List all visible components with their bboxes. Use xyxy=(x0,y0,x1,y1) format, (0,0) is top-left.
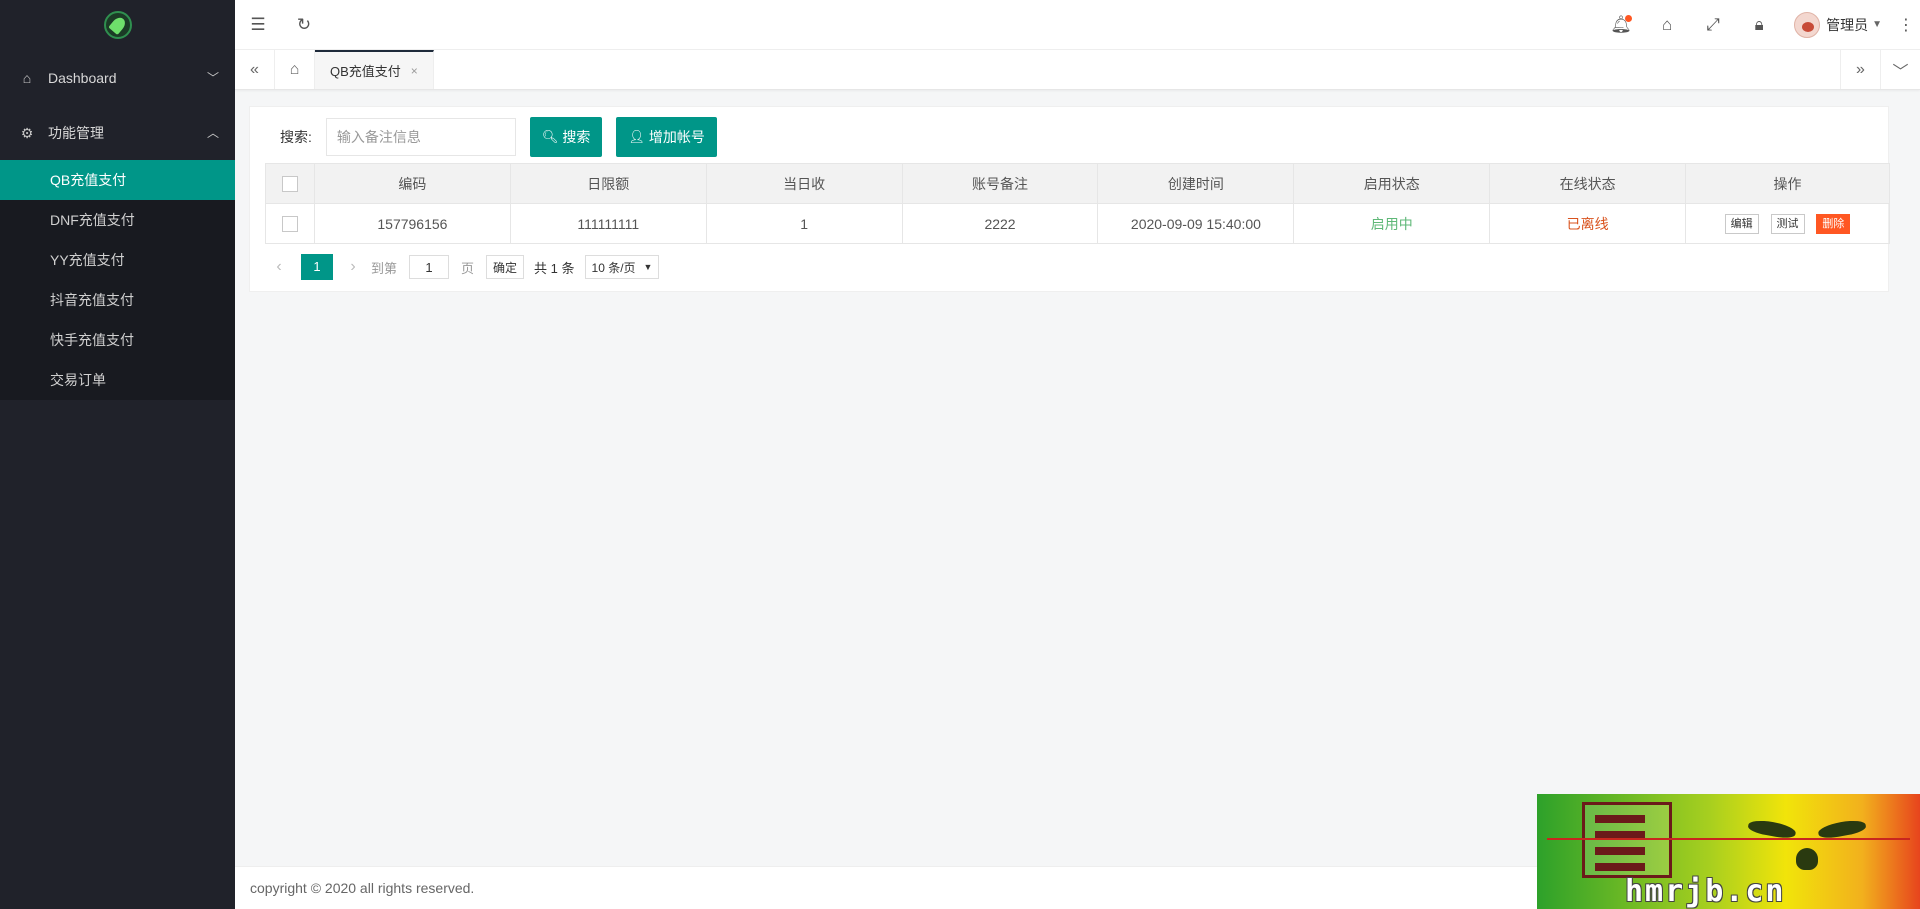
delete-button[interactable]: 删除 xyxy=(1816,213,1851,234)
watermark-logo: hmrjb.cn xyxy=(1537,794,1920,909)
avatar xyxy=(1794,11,1821,38)
column-header[interactable]: 在线状态 xyxy=(1489,163,1687,204)
bell-icon[interactable]: 🔔︎ xyxy=(1598,0,1644,50)
prev-page-icon[interactable]: ‹ xyxy=(265,258,293,276)
pagination: ‹ 1 › 到第 页 确定 共 1 条 10 条/页 ▼ xyxy=(265,247,660,287)
goto-page-input[interactable] xyxy=(409,255,450,279)
content-card: 搜索: 🔍︎ 搜索 👤︎ 增加帐号 编码 日限额 当日收 账号备注 创建时间 启… xyxy=(249,106,1890,292)
rocket-logo-icon xyxy=(103,11,132,39)
page-unit-label: 页 xyxy=(461,260,475,276)
dropdown-arrow-icon: ▼ xyxy=(643,262,653,272)
cell-actions: 编辑 测试 删除 xyxy=(1685,203,1890,244)
mask-beard xyxy=(1796,848,1818,870)
search-icon: 🔍︎ xyxy=(541,129,559,144)
tab-qb-pay[interactable]: QB充值支付 × xyxy=(315,50,434,89)
total-count: 共 1 条 xyxy=(534,260,575,276)
select-all-checkbox[interactable] xyxy=(281,176,298,193)
gear-icon: ⚙ xyxy=(20,124,34,141)
column-header[interactable]: 账号备注 xyxy=(901,163,1099,204)
close-icon[interactable]: × xyxy=(411,64,418,78)
search-input[interactable] xyxy=(325,118,516,156)
tab-label: QB充值支付 xyxy=(330,64,401,79)
menu-group-dashboard[interactable]: ⌂ Dashboard ﹀ xyxy=(0,50,235,105)
cell-created-at: 2020-09-09 15:40:00 xyxy=(1097,203,1295,244)
chevron-up-icon: ︿ xyxy=(206,126,219,140)
search-row: 搜索: 🔍︎ 搜索 👤︎ 增加帐号 xyxy=(280,117,717,157)
add-user-icon: 👤︎ xyxy=(628,129,645,144)
add-account-button-label: 增加帐号 xyxy=(648,129,705,145)
column-header[interactable]: 创建时间 xyxy=(1097,163,1295,204)
scroll-tabs-right-icon[interactable]: » xyxy=(1840,50,1880,89)
table-header-row: 编码 日限额 当日收 账号备注 创建时间 启用状态 在线状态 操作 xyxy=(265,163,1890,204)
mask-eye-left xyxy=(1747,817,1797,841)
sidebar-item-douyin-pay[interactable]: 抖音充值支付 xyxy=(0,280,235,320)
cell-enabled-status: 启用中 xyxy=(1293,203,1491,244)
mask-eye-right xyxy=(1817,817,1867,841)
menu-group-label: Dashboard xyxy=(48,69,117,86)
tab-options-chevron-down-icon[interactable]: ﹀ xyxy=(1880,50,1920,89)
menu-group-label: 功能管理 xyxy=(48,124,104,141)
column-header[interactable]: 当日收 xyxy=(705,163,903,204)
search-button[interactable]: 🔍︎ 搜索 xyxy=(529,117,603,157)
refresh-icon[interactable]: ↻ xyxy=(281,0,327,50)
notification-dot xyxy=(1625,14,1633,22)
accounts-table: 编码 日限额 当日收 账号备注 创建时间 启用状态 在线状态 操作 157796… xyxy=(265,163,1890,244)
row-select-cell xyxy=(265,203,315,244)
current-page[interactable]: 1 xyxy=(301,254,333,280)
header-right: 🔔︎ ⌂︎ ⤢ 🔒︎ 管理员 ▼ ⋮ xyxy=(1598,0,1920,50)
sidebar-item-orders[interactable]: 交易订单 xyxy=(0,360,235,400)
sidebar-item-dnf-pay[interactable]: DNF充值支付 xyxy=(0,200,235,240)
user-name: 管理员 xyxy=(1826,16,1869,33)
search-label: 搜索: xyxy=(280,129,312,145)
row-checkbox[interactable] xyxy=(281,216,298,233)
column-header[interactable]: 启用状态 xyxy=(1293,163,1491,204)
chevron-down-icon: ﹀ xyxy=(206,71,219,85)
home-tab-icon[interactable]: ⌂ xyxy=(275,50,315,89)
cell-today-received: 1 xyxy=(705,203,903,244)
lock-icon[interactable]: 🔒︎ xyxy=(1736,0,1782,50)
add-account-button[interactable]: 👤︎ 增加帐号 xyxy=(616,117,717,157)
cell-remark: 2222 xyxy=(901,203,1099,244)
column-header[interactable]: 日限额 xyxy=(509,163,707,204)
watermark-text: hmrjb.cn xyxy=(1625,874,1786,909)
cell-code: 157796156 xyxy=(313,203,511,244)
menu-group-features[interactable]: ⚙ 功能管理 ︿ xyxy=(0,105,235,160)
sidebar: ⌂ Dashboard ﹀ ⚙ 功能管理 ︿ QB充值支付 DNF充值支付 YY… xyxy=(0,0,235,909)
sidebar-item-kuaishou-pay[interactable]: 快手充值支付 xyxy=(0,320,235,360)
tab-bar-right: » ﹀ xyxy=(1840,50,1920,89)
select-all-cell xyxy=(265,163,315,204)
cell-online-status: 已离线 xyxy=(1489,203,1687,244)
column-header[interactable]: 编码 xyxy=(313,163,511,204)
search-button-label: 搜索 xyxy=(562,129,591,145)
edit-button[interactable]: 编辑 xyxy=(1724,213,1759,234)
test-button[interactable]: 测试 xyxy=(1770,213,1805,234)
caret-down-icon: ▼ xyxy=(1872,19,1882,30)
tab-bar: « ⌂ QB充值支付 × » ﹀ xyxy=(235,50,1920,90)
column-header[interactable]: 操作 xyxy=(1685,163,1890,204)
watermark-emblem xyxy=(1582,802,1672,878)
submenu: QB充值支付 DNF充值支付 YY充值支付 抖音充值支付 快手充值支付 交易订单 xyxy=(0,160,235,400)
top-header: ☰ ↻ 🔔︎ ⌂︎ ⤢ 🔒︎ 管理员 ▼ ⋮ xyxy=(235,0,1920,50)
app-logo[interactable] xyxy=(0,0,235,50)
menu-toggle-icon[interactable]: ☰ xyxy=(235,0,281,50)
sidebar-item-yy-pay[interactable]: YY充值支付 xyxy=(0,240,235,280)
next-page-icon[interactable]: › xyxy=(339,258,367,276)
copyright-text: copyright © 2020 all rights reserved. xyxy=(250,880,475,896)
page-size-select[interactable]: 10 条/页 ▼ xyxy=(584,255,660,279)
goto-confirm-button[interactable]: 确定 xyxy=(486,255,525,279)
home-icon: ⌂ xyxy=(22,69,32,86)
sidebar-item-qb-pay[interactable]: QB充值支付 xyxy=(0,160,235,200)
tag-icon[interactable]: ⌂︎ xyxy=(1644,0,1690,50)
scroll-tabs-left-icon[interactable]: « xyxy=(235,50,275,89)
more-vertical-icon[interactable]: ⋮ xyxy=(1892,15,1920,35)
fullscreen-icon[interactable]: ⤢ xyxy=(1690,0,1736,50)
user-menu[interactable]: 管理员 ▼ xyxy=(1782,0,1892,50)
cell-daily-limit: 111111111 xyxy=(509,203,707,244)
goto-label: 到第 xyxy=(371,260,398,276)
mask-icon xyxy=(1742,804,1872,874)
table-row: 157796156 111111111 1 2222 2020-09-09 15… xyxy=(265,203,1890,244)
page-size-value: 10 条/页 xyxy=(591,260,636,275)
